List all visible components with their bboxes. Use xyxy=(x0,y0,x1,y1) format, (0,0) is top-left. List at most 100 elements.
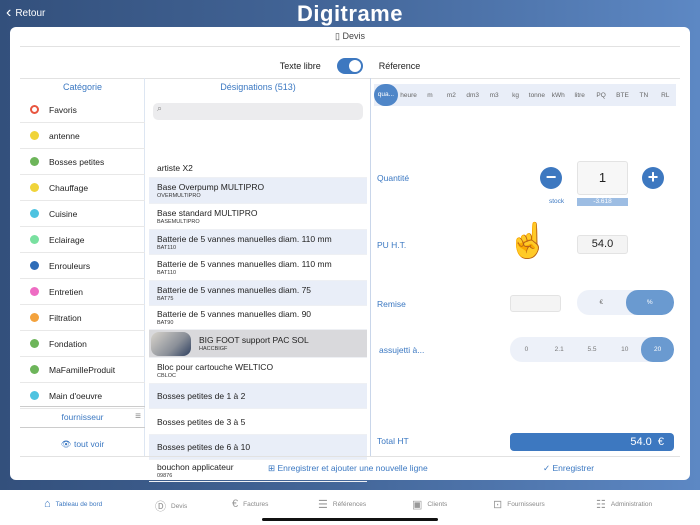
unit-option[interactable]: m3 xyxy=(483,92,504,99)
category-color-dot xyxy=(30,365,39,374)
tab-devis[interactable]: Ⓓ Devis xyxy=(155,498,187,514)
category-color-dot xyxy=(30,287,39,296)
unit-option[interactable]: kg xyxy=(505,92,526,99)
unit-option[interactable]: qua... xyxy=(374,84,398,106)
show-all-button[interactable]: 👁 tout voir xyxy=(20,434,145,452)
tab-fournisseurs[interactable]: ⊡ Fournisseurs xyxy=(493,498,545,511)
designation-item[interactable]: Bloc pour cartouche WELTICO CBLOC xyxy=(149,358,367,384)
vat-rate-selector[interactable]: 0 2.1 5.5 10 20 xyxy=(510,337,674,362)
unit-price-input[interactable]: 54.0 xyxy=(577,235,628,254)
designation-ref: BAT75 xyxy=(157,295,174,302)
category-item[interactable]: antenne xyxy=(20,123,145,149)
designation-item[interactable]: Bosses petites de 1 à 2 xyxy=(149,384,367,409)
designation-label: artiste X2 xyxy=(157,162,193,173)
designation-item[interactable]: Batterie de 5 vannes manuelles diam. 110… xyxy=(149,230,367,255)
category-item[interactable]: MaFamilleProduit xyxy=(20,357,145,383)
fournisseur-label: fournisseur xyxy=(61,412,104,422)
category-item[interactable]: Cuisine xyxy=(20,201,145,227)
discount-mode-option[interactable]: % xyxy=(625,290,674,315)
vat-rate-option[interactable]: 5.5 xyxy=(576,337,609,362)
quantity-input[interactable]: 1 xyxy=(577,161,628,195)
vat-label: assujetti à... xyxy=(379,345,425,355)
client-icon: ▣ xyxy=(412,499,423,511)
designation-label: Bosses petites de 3 à 5 xyxy=(157,416,246,427)
category-item[interactable]: Chauffage xyxy=(20,175,145,201)
unit-option[interactable]: m2 xyxy=(441,92,462,99)
menu-icon[interactable]: ≡ xyxy=(135,411,141,422)
save-button[interactable]: ✓ Enregistrer xyxy=(543,463,594,474)
unit-price-label: PU H.T. xyxy=(377,240,407,250)
increment-button[interactable]: + xyxy=(642,167,664,189)
unit-option[interactable]: TN xyxy=(633,92,654,99)
detail-column: qua... heure m m2 dm3 m3 kg tonne kWh litre PQ BTE T… xyxy=(372,78,680,456)
divider xyxy=(20,456,680,457)
search-input[interactable]: ⌕ xyxy=(153,103,363,120)
designation-item[interactable]: Batterie de 5 vannes manuelles diam. 75 B… xyxy=(149,281,367,306)
unit-option[interactable]: RL xyxy=(655,92,676,99)
designation-ref: HACCBIGF xyxy=(199,346,228,352)
unit-option[interactable]: dm3 xyxy=(462,92,483,99)
designation-item[interactable]: BIG FOOT support PAC SOL HACCBIGF xyxy=(149,330,367,358)
unit-option[interactable]: kWh xyxy=(548,92,569,99)
eye-icon: 👁 xyxy=(60,439,74,449)
euro-icon: € xyxy=(232,498,239,510)
unit-option[interactable]: m xyxy=(419,92,440,99)
vat-rate-option[interactable]: 20 xyxy=(641,337,674,362)
tab-références[interactable]: ☰ Références xyxy=(318,498,366,511)
designation-item[interactable]: Batterie de 5 vannes manuelles diam. 110… xyxy=(149,255,367,281)
stock-label: stock xyxy=(549,198,565,205)
category-item[interactable]: Bosses petites xyxy=(20,149,145,175)
designation-item[interactable]: Batterie de 5 vannes manuelles diam. 90 B… xyxy=(149,306,367,330)
unit-option[interactable]: PQ xyxy=(590,92,611,99)
discount-mode-option[interactable]: € xyxy=(577,290,626,315)
category-color-dot xyxy=(30,339,39,348)
designation-item[interactable]: Bosses petites de 3 à 5 xyxy=(149,409,367,435)
unit-option[interactable]: litre xyxy=(569,92,590,99)
mode-toggle-row: Texte libre Réference xyxy=(10,54,690,78)
category-color-dot xyxy=(30,157,39,166)
vat-rate-option[interactable]: 10 xyxy=(608,337,641,362)
tab-clients[interactable]: ▣ Clients xyxy=(412,498,447,511)
category-label: Eclairage xyxy=(49,234,85,245)
designation-item[interactable]: Base standard MULTIPRO BASEMULTIPRO xyxy=(149,204,367,230)
unit-option[interactable]: BTE xyxy=(612,92,633,99)
save-and-add-label: Enregistrer et ajouter une nouvelle lign… xyxy=(277,463,428,473)
tab-label: Factures xyxy=(243,500,269,508)
category-label: Bosses petites xyxy=(49,156,105,167)
unit-selector[interactable]: qua... heure m m2 dm3 m3 kg tonne kWh litre PQ BTE T… xyxy=(374,84,676,106)
tab-factures[interactable]: € Factures xyxy=(232,498,268,510)
toggle-right-label: Réference xyxy=(378,61,421,71)
designations-column: Désignations (513) ⌕ artiste X2 Base Over… xyxy=(145,78,371,482)
quote-line-card: ▯ Devis Texte libre Réference Catégorie … xyxy=(10,27,690,482)
designation-label: Bosses petites de 1 à 2 xyxy=(157,391,246,401)
quantity-label: Quantité xyxy=(377,173,410,183)
category-label: Filtration xyxy=(49,312,82,323)
designation-label: Batterie de 5 vannes manuelles diam. 75 xyxy=(157,284,312,295)
vat-rate-option[interactable]: 0 xyxy=(510,337,543,362)
designation-label: Bosses petites de 6 à 10 xyxy=(157,442,251,452)
home-indicator xyxy=(262,518,438,521)
mode-switch[interactable] xyxy=(336,58,363,74)
discount-input[interactable] xyxy=(510,295,561,312)
discount-mode-selector[interactable]: €% xyxy=(577,290,674,315)
decrement-button[interactable]: − xyxy=(540,167,562,189)
category-item[interactable]: Fondation xyxy=(20,331,145,357)
category-item[interactable]: Entretien xyxy=(20,279,145,305)
tab-tableau-de-bord[interactable]: ⌂ Tableau de bord xyxy=(44,498,102,510)
show-all-label: tout voir xyxy=(73,439,105,449)
category-item[interactable]: Favoris xyxy=(20,97,145,123)
category-item[interactable]: Enrouleurs xyxy=(20,253,145,279)
unit-option[interactable]: tonne xyxy=(526,92,547,99)
vat-rate-option[interactable]: 2.1 xyxy=(543,337,576,362)
save-and-add-button[interactable]: ⊞ Enregistrer et ajouter une nouvelle li… xyxy=(268,463,428,474)
fournisseur-button[interactable]: fournisseur ≡ xyxy=(20,406,145,428)
unit-option[interactable]: heure xyxy=(398,92,419,99)
designation-item[interactable]: artiste X2 xyxy=(149,158,367,178)
category-item[interactable]: Filtration xyxy=(20,305,145,331)
category-label: Cuisine xyxy=(49,208,78,219)
tab-administration[interactable]: ☷ Administration xyxy=(596,498,652,511)
tab-label: Tableau de bord xyxy=(55,500,103,508)
designations-header: Désignations (513) xyxy=(220,82,296,92)
designation-item[interactable]: Base Overpump MULTIPRO OVERMULTIPRO xyxy=(149,178,367,204)
category-item[interactable]: Eclairage xyxy=(20,227,145,253)
